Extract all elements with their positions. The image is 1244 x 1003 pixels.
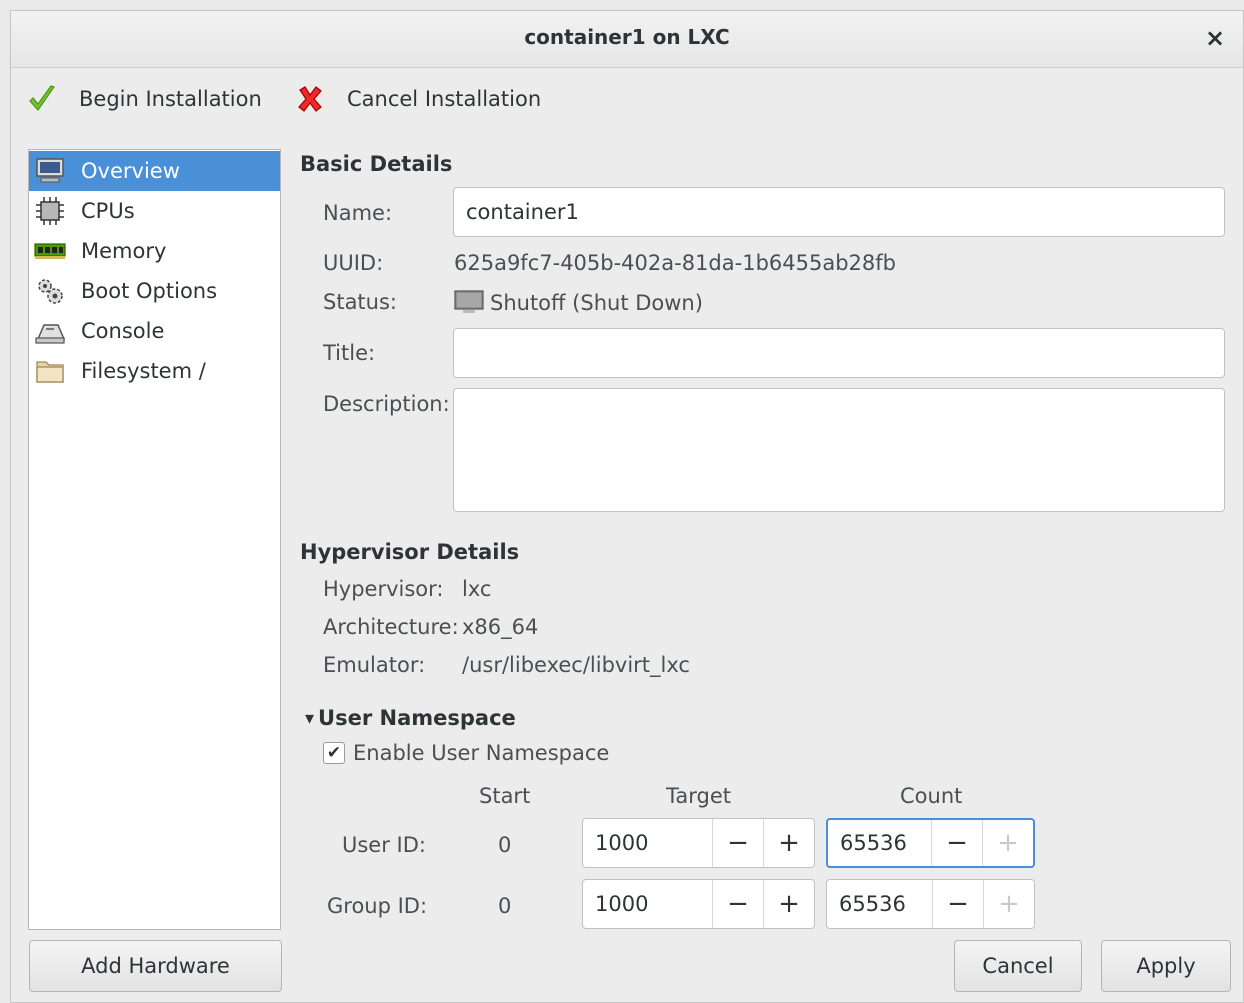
user-count-value[interactable]: 65536 [828,820,931,866]
folder-icon [33,354,67,388]
target-column-header: Target [666,784,731,808]
sidebar-item-overview[interactable]: Overview [29,151,280,191]
sidebar-item-filesystem[interactable]: Filesystem / [29,351,280,391]
apply-button[interactable]: Apply [1101,940,1231,992]
start-column-header: Start [479,784,531,808]
window-title: container1 on LXC [524,25,730,49]
group-id-label: Group ID: [327,894,428,918]
gears-icon [33,274,67,308]
cpu-icon [33,194,67,228]
console-icon [33,314,67,348]
hypervisor-value: lxc [462,577,492,601]
group-count-increment-button[interactable]: + [983,880,1034,928]
sidebar-item-cpus[interactable]: CPUs [29,191,280,231]
status-label: Status: [323,290,397,314]
user-namespace-header: User Namespace [318,706,516,730]
group-target-increment-button[interactable]: + [763,880,814,928]
group-count-decrement-button[interactable]: − [932,880,983,928]
group-count-spinbutton[interactable]: 65536 − + [826,879,1035,929]
sidebar-item-label: Filesystem / [81,359,206,383]
architecture-value: x86_64 [462,615,539,639]
basic-details-header: Basic Details [300,152,453,176]
cancel-installation-button[interactable]: Cancel Installation [295,83,541,115]
group-target-spinbutton[interactable]: 1000 − + [582,879,815,929]
dialog-window: container1 on LXC × Begin Installation C… [10,10,1244,1003]
sidebar-item-label: CPUs [81,199,135,223]
user-target-increment-button[interactable]: + [763,819,814,867]
cancel-x-icon [295,84,325,114]
description-field[interactable] [453,388,1225,512]
overview-panel: Basic Details Name: container1 UUID: 625… [299,136,1229,936]
user-target-value[interactable]: 1000 [583,819,712,867]
cancel-button[interactable]: Cancel [954,940,1082,992]
title-field[interactable] [453,328,1225,378]
user-target-decrement-button[interactable]: − [712,819,763,867]
sidebar-item-memory[interactable]: Memory [29,231,280,271]
user-namespace-expander[interactable]: ▾ User Namespace [305,706,516,730]
checkmark-icon [27,84,57,114]
sidebar-item-console[interactable]: Console [29,311,280,351]
memory-icon [33,234,67,268]
title-bar: container1 on LXC × [11,11,1243,68]
user-id-start: 0 [498,833,512,857]
group-target-decrement-button[interactable]: − [712,880,763,928]
toolbar: Begin Installation Cancel Installation [11,68,1243,128]
begin-installation-button[interactable]: Begin Installation [27,83,262,115]
group-target-value[interactable]: 1000 [583,880,712,928]
add-hardware-button[interactable]: Add Hardware [29,940,282,992]
uuid-label: UUID: [323,251,384,275]
user-target-spinbutton[interactable]: 1000 − + [582,818,815,868]
emulator-label: Emulator: [323,653,426,677]
sidebar-item-label: Memory [81,239,167,263]
count-column-header: Count [900,784,963,808]
user-count-increment-button[interactable]: + [982,820,1033,866]
sidebar-item-boot-options[interactable]: Boot Options [29,271,280,311]
group-count-value[interactable]: 65536 [827,880,932,928]
sidebar-item-label: Overview [81,159,180,183]
status-text: Shutoff (Shut Down) [490,291,703,315]
architecture-label: Architecture: [323,615,459,639]
hypervisor-label: Hypervisor: [323,577,444,601]
monitor-icon [33,154,67,188]
expander-triangle-icon: ▾ [305,707,315,729]
checkbox-checked-icon: ✔ [323,742,345,764]
sidebar-item-label: Console [81,319,165,343]
sidebar-item-label: Boot Options [81,279,218,303]
uuid-value: 625a9fc7-405b-402a-81da-1b6455ab28fb [454,251,896,275]
description-label: Description: [323,392,450,416]
user-count-decrement-button[interactable]: − [931,820,982,866]
enable-user-namespace-label: Enable User Namespace [353,741,610,765]
enable-user-namespace-checkbox[interactable]: ✔ Enable User Namespace [323,741,609,765]
hardware-list: Overview CPUs Memory Boot Options Consol… [28,149,281,930]
monitor-off-icon [454,290,484,316]
user-id-label: User ID: [342,833,426,857]
status-value: Shutoff (Shut Down) [454,290,703,316]
name-label: Name: [323,201,393,225]
title-label: Title: [323,341,376,365]
user-count-spinbutton[interactable]: 65536 − + [826,818,1035,868]
name-field[interactable]: container1 [453,187,1225,237]
close-icon[interactable]: × [1201,24,1229,52]
hypervisor-details-header: Hypervisor Details [300,540,520,564]
group-id-start: 0 [498,894,512,918]
emulator-value: /usr/libexec/libvirt_lxc [462,653,690,677]
begin-installation-label: Begin Installation [79,87,262,111]
cancel-installation-label: Cancel Installation [347,87,542,111]
